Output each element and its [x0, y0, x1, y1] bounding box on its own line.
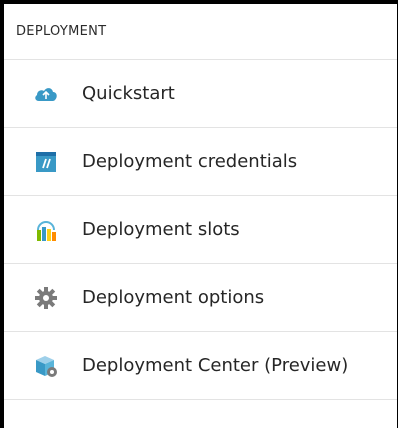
slots-icon [34, 218, 58, 242]
section-header: DEPLOYMENT [4, 4, 397, 60]
deployment-menu-panel: DEPLOYMENT Quickstart Deployment credent… [0, 0, 398, 428]
menu-item-label: Deployment slots [82, 219, 240, 240]
menu-item-deployment-slots[interactable]: Deployment slots [4, 196, 397, 264]
credentials-icon [34, 150, 58, 174]
menu-item-deployment-options[interactable]: Deployment options [4, 264, 397, 332]
menu-item-deployment-credentials[interactable]: Deployment credentials [4, 128, 397, 196]
menu-item-label: Quickstart [82, 83, 175, 104]
menu-item-label: Deployment credentials [82, 151, 298, 172]
deployment-center-icon [34, 354, 58, 378]
menu-item-deployment-center[interactable]: Deployment Center (Preview) [4, 332, 397, 400]
menu-item-label: Deployment Center (Preview) [82, 355, 349, 376]
gear-icon [34, 286, 58, 310]
section-title: DEPLOYMENT [16, 24, 107, 39]
cloud-upload-icon [34, 82, 58, 106]
menu-item-label: Deployment options [82, 287, 265, 308]
menu-item-quickstart[interactable]: Quickstart [4, 60, 397, 128]
